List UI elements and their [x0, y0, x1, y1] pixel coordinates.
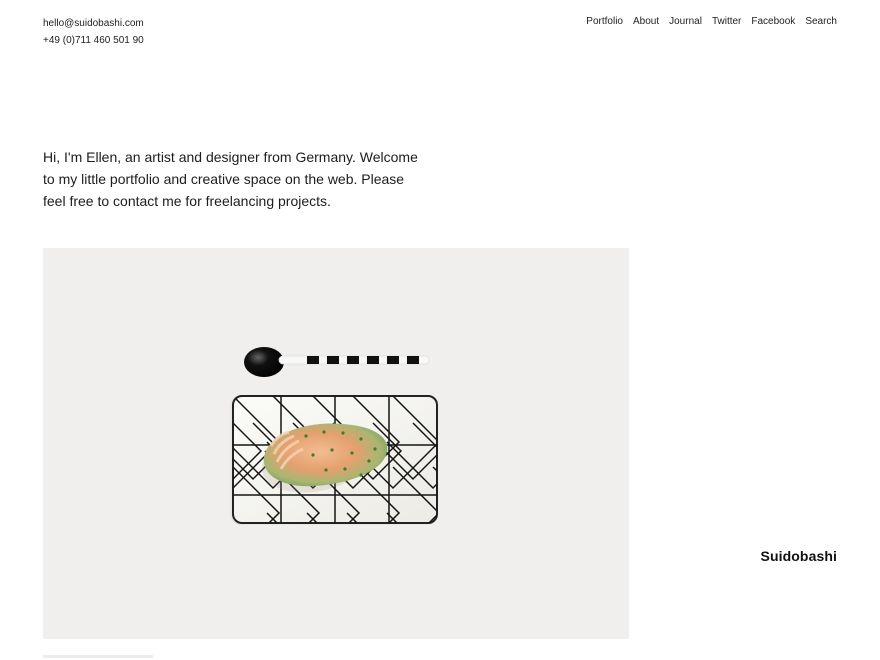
nav-search[interactable]: Search — [805, 15, 837, 29]
main-navigation: Portfolio About Journal Twitter Facebook… — [586, 15, 837, 29]
intro-text: Hi, I'm Ellen, an artist and designer fr… — [43, 149, 418, 209]
email-link[interactable]: hello@suidobashi.com — [43, 18, 144, 29]
portfolio-page: hello@suidobashi.com +49 (0)711 460 501 … — [0, 0, 880, 660]
contact-info: hello@suidobashi.com +49 (0)711 460 501 … — [43, 15, 144, 49]
faded-caption-line — [43, 655, 153, 658]
nav-journal[interactable]: Journal — [669, 15, 702, 29]
nav-twitter[interactable]: Twitter — [712, 15, 741, 29]
hero-image[interactable] — [43, 248, 629, 639]
nav-facebook[interactable]: Facebook — [751, 15, 795, 29]
nav-about[interactable]: About — [633, 15, 659, 29]
site-brand[interactable]: Suidobashi — [761, 548, 837, 564]
phone-number: +49 (0)711 460 501 90 — [43, 35, 144, 46]
nav-portfolio[interactable]: Portfolio — [586, 15, 623, 29]
hero-illustration — [43, 248, 629, 639]
